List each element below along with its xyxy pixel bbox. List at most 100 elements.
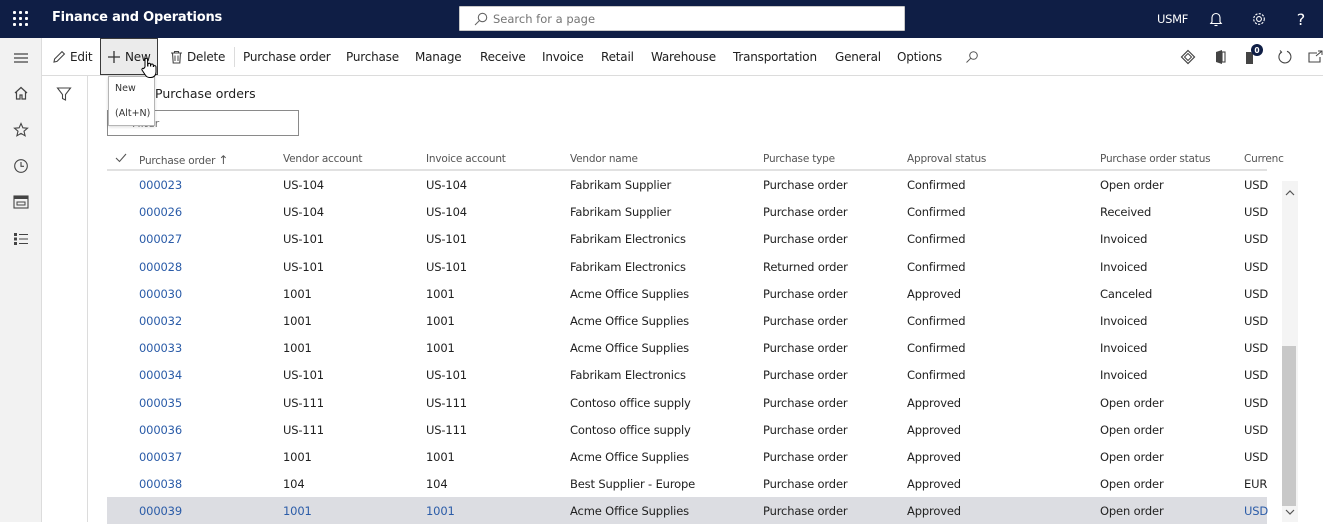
purchase-order-link[interactable]: 000027 (139, 232, 182, 246)
column-header-purchase-order[interactable]: Purchase order ↑ (139, 153, 228, 167)
plus-icon (108, 50, 120, 63)
delete-button[interactable]: Delete (170, 38, 225, 76)
table-row[interactable]: 000039 1001 1001 Acme Office Supplies Purcha… (107, 497, 1268, 524)
gear-icon[interactable] (1249, 9, 1269, 29)
action-search-icon[interactable] (962, 47, 982, 67)
menu-invoice[interactable]: Invoice (542, 38, 584, 76)
scrollbar-thumb[interactable] (1282, 346, 1296, 506)
menu-transportation[interactable]: Transportation (733, 38, 817, 76)
table-row[interactable]: 000038 104 104 Best Supplier - Europe Purcha… (107, 470, 1267, 497)
table-row[interactable]: 000028 US-101 US-101 Fabrikam Electronics Re… (107, 253, 1268, 280)
purchase-order-link[interactable]: 000037 (139, 450, 182, 464)
purchase-order-link[interactable]: 000038 (139, 477, 182, 491)
menu-purchase-order[interactable]: Purchase order (243, 38, 331, 76)
purchase-order-link[interactable]: 000033 (139, 341, 182, 355)
purchase-order-link[interactable]: 000036 (139, 423, 182, 437)
refresh-icon[interactable] (1275, 47, 1295, 67)
po-status-cell: Open order (1100, 178, 1164, 192)
grid-header: Purchase order ↑ Vendor account Invoice … (107, 147, 1284, 171)
power-apps-icon[interactable] (1178, 47, 1198, 67)
page-search[interactable] (459, 6, 905, 31)
table-row[interactable]: 000033 1001 1001 Acme Office Supplies Purcha… (107, 334, 1268, 361)
approval-status-cell: Confirmed (907, 178, 966, 192)
vendor-name-cell: Best Supplier - Europe (570, 477, 696, 492)
table-row[interactable]: 000027 US-101 US-101 Fabrikam Electronics Pu… (107, 225, 1269, 252)
purchase-order-link[interactable]: 000032 (139, 314, 182, 328)
invoice-account-cell: US-111 (426, 395, 467, 410)
column-header-purchase-order-status[interactable]: Purchase order status (1100, 153, 1211, 165)
menu-general[interactable]: General (835, 38, 881, 76)
select-all-check-icon[interactable] (115, 153, 127, 166)
modules-list-icon[interactable] (11, 229, 31, 249)
purchase-order-link[interactable]: 000026 (139, 205, 182, 219)
table-row[interactable]: 000023 US-104 US-104 Fabrikam Supplier Purch… (107, 171, 1269, 198)
bell-icon[interactable] (1206, 9, 1226, 29)
company-selector[interactable]: USMF (1157, 12, 1188, 26)
invoice-account-cell: US-101 (426, 259, 467, 274)
column-header-vendor-account[interactable]: Vendor account (283, 153, 362, 165)
hamburger-menu-icon[interactable] (11, 48, 31, 68)
table-row[interactable]: 000032 1001 1001 Acme Office Supplies Purcha… (107, 307, 1268, 334)
grid-vertical-scrollbar[interactable] (1282, 181, 1298, 522)
column-header-currency[interactable]: Currenc (1244, 153, 1284, 165)
table-row[interactable]: 000036 US-111 US-111 Contoso office supply P… (107, 416, 1268, 443)
approval-status-cell: Approved (907, 449, 961, 464)
column-header-vendor-name[interactable]: Vendor name (570, 153, 638, 165)
table-row[interactable]: 000034 US-101 US-101 Fabrikam Electronics Pu… (107, 361, 1268, 388)
attachments-icon[interactable]: 0 (1241, 44, 1263, 67)
vendor-name-cell: Contoso office supply (570, 422, 691, 437)
search-input[interactable] (493, 10, 873, 28)
approval-status-cell: Confirmed (907, 232, 966, 247)
menu-options[interactable]: Options (897, 38, 942, 76)
edit-button[interactable]: Edit (52, 38, 93, 76)
vendor-account-cell: 1001 (283, 449, 312, 464)
purchase-order-link[interactable]: 000035 (139, 396, 182, 410)
po-status-cell: Invoiced (1100, 259, 1148, 274)
filter-funnel-icon[interactable] (56, 86, 72, 106)
home-icon[interactable] (11, 83, 31, 103)
menu-receive[interactable]: Receive (480, 38, 526, 76)
currency-cell: USD (1244, 178, 1269, 192)
menu-purchase[interactable]: Purchase (346, 38, 399, 76)
vendor-account-cell: 1001 (283, 341, 312, 356)
table-row[interactable]: 000026 US-104 US-104 Fabrikam Supplier Purch… (107, 198, 1268, 225)
po-status-cell: Invoiced (1100, 313, 1148, 328)
scroll-down-arrow-icon[interactable] (1284, 506, 1296, 518)
currency-cell: USD (1244, 232, 1269, 247)
currency-cell: USD (1244, 395, 1269, 410)
vendor-name-cell: Fabrikam Electronics (570, 368, 686, 383)
purchase-order-link[interactable]: 000034 (139, 368, 182, 382)
vendor-name-cell: Contoso office supply (570, 395, 691, 410)
po-status-cell: Invoiced (1100, 232, 1148, 247)
table-row[interactable]: 000037 1001 1001 Acme Office Supplies Purcha… (107, 443, 1269, 470)
office-icon[interactable] (1210, 47, 1230, 67)
table-row[interactable]: 000030 1001 1001 Acme Office Supplies Purcha… (107, 280, 1268, 307)
column-header-purchase-type[interactable]: Purchase type (763, 153, 835, 165)
help-icon[interactable]: ? (1291, 9, 1311, 29)
app-launcher-icon[interactable] (13, 11, 29, 27)
purchase-order-link[interactable]: 000023 (139, 178, 182, 192)
vendor-account-cell: 1001 (283, 313, 312, 328)
menu-retail[interactable]: Retail (601, 38, 634, 76)
column-header-approval-status[interactable]: Approval status (907, 153, 986, 165)
column-header-invoice-account[interactable]: Invoice account (426, 153, 506, 165)
menu-warehouse[interactable]: Warehouse (651, 38, 716, 76)
purchase-order-link[interactable]: 000030 (139, 287, 182, 301)
currency-cell: USD (1244, 449, 1269, 464)
purchase-order-link[interactable]: 000028 (139, 260, 182, 274)
filter-pane (42, 76, 88, 522)
favorites-star-icon[interactable] (11, 120, 31, 140)
recent-clock-icon[interactable] (11, 156, 31, 176)
po-status-cell: Invoiced (1100, 368, 1148, 383)
vendor-account-cell: US-104 (283, 205, 324, 220)
open-in-new-window-icon[interactable] (1305, 47, 1323, 67)
vendor-account-cell: US-111 (283, 395, 324, 410)
page-title: Purchase orders (155, 86, 256, 101)
purchase-type-cell: Purchase order (763, 504, 848, 519)
menu-manage[interactable]: Manage (415, 38, 462, 76)
workspaces-icon[interactable] (11, 192, 31, 212)
purchase-type-cell: Purchase order (763, 286, 848, 301)
scroll-up-arrow-icon[interactable] (1284, 187, 1296, 199)
purchase-order-link[interactable]: 000039 (139, 504, 182, 518)
table-row[interactable]: 000035 US-111 US-111 Contoso office supply P… (107, 389, 1269, 416)
